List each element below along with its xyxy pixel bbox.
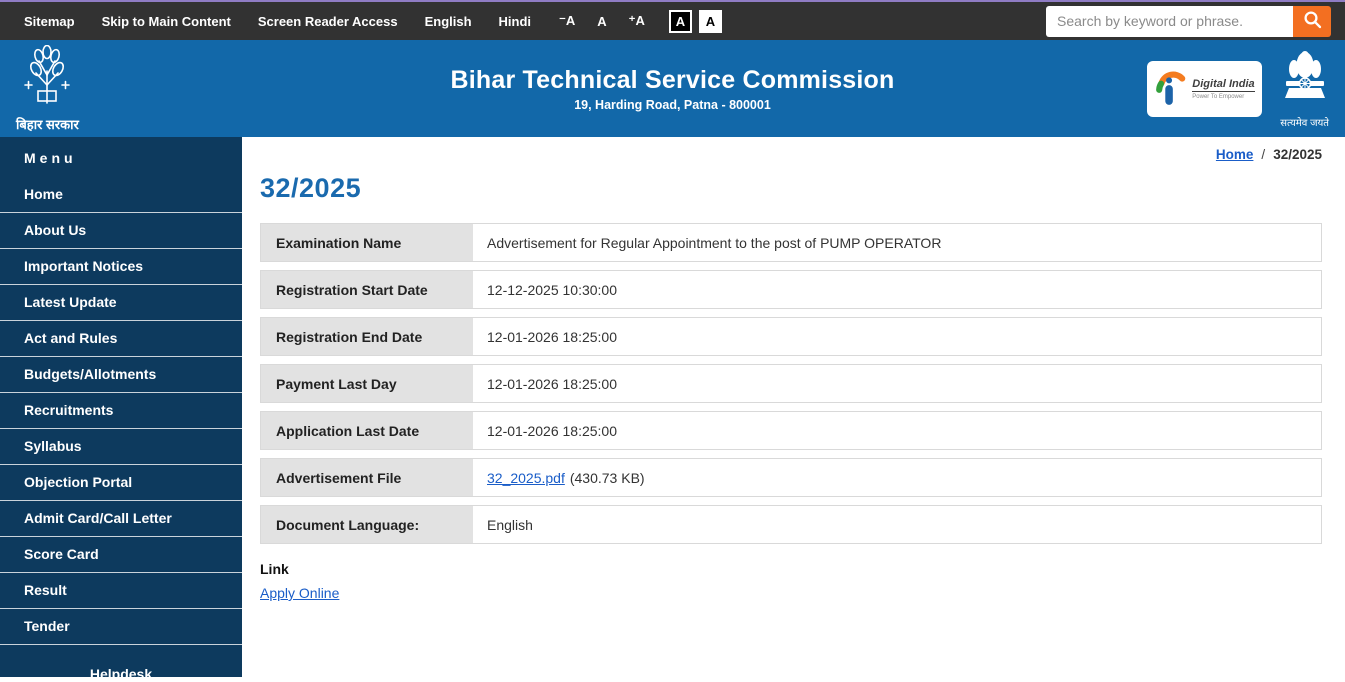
sidebar-item[interactable]: Tender (0, 609, 242, 645)
detail-row: Registration Start Date 12-12-2025 10:30… (260, 270, 1322, 309)
sidebar-item[interactable]: Recruitments (0, 393, 242, 429)
topbar-link[interactable]: English (425, 14, 472, 29)
search-input[interactable] (1046, 5, 1293, 37)
font-size-control[interactable]: ⁺A (629, 13, 645, 29)
detail-value-text: English (487, 516, 533, 533)
header-right-logos: Digital India Power To Empower सत्यमेव ज… (1147, 49, 1329, 129)
apply-online-link[interactable]: Apply Online (260, 585, 339, 601)
font-size-control[interactable]: ⁻A (559, 13, 575, 29)
detail-value: 32_2025.pdf (430.73 KB) (473, 459, 1321, 496)
topbar-link[interactable]: Sitemap (24, 14, 75, 29)
helpdesk-heading[interactable]: Helpdesk (0, 645, 242, 682)
detail-row: Application Last Date 12-01-2026 18:25:0… (260, 411, 1322, 450)
digital-india-title: Digital India (1192, 78, 1255, 92)
breadcrumb-separator: / (1261, 147, 1266, 162)
link-section: Link Apply Online (260, 561, 1322, 603)
detail-label: Examination Name (261, 224, 473, 261)
digital-india-text: Digital India Power To Empower (1192, 78, 1255, 100)
main-content: Home / 32/2025 32/2025 Examination Name … (242, 137, 1345, 677)
sidebar-item[interactable]: Home (0, 177, 242, 213)
detail-label: Registration Start Date (261, 271, 473, 308)
file-size-text: (430.73 KB) (569, 469, 645, 486)
detail-value: 12-01-2026 18:25:00 (473, 412, 1321, 449)
national-emblem: सत्यमेव जयते (1280, 49, 1329, 129)
sidebar-item[interactable]: Objection Portal (0, 465, 242, 501)
sidebar-item[interactable]: Budgets/Allotments (0, 357, 242, 393)
bihar-logo-caption: बिहार सरकार (16, 117, 79, 132)
site-address: 19, Harding Road, Patna - 800001 (574, 97, 771, 112)
detail-value-text: 12-01-2026 18:25:00 (487, 375, 617, 392)
sidebar-item[interactable]: Act and Rules (0, 321, 242, 357)
detail-label: Document Language: (261, 506, 473, 543)
emblem-caption: सत्यमेव जयते (1280, 118, 1329, 129)
sidebar-menu: Home About Us Important Notices Latest U… (0, 177, 242, 645)
detail-label: Advertisement File (261, 459, 473, 496)
sidebar-item[interactable]: Important Notices (0, 249, 242, 285)
search-button[interactable] (1293, 5, 1331, 37)
detail-row: Registration End Date 12-01-2026 18:25:0… (260, 317, 1322, 356)
sidebar-item[interactable]: Score Card (0, 537, 242, 573)
font-size-controls: ⁻A A ⁺A (559, 13, 645, 29)
page-body: Menu Home About Us Important Notices Lat… (0, 137, 1345, 682)
sidebar-item[interactable]: Admit Card/Call Letter (0, 501, 242, 537)
detail-value: Advertisement for Regular Appointment to… (473, 224, 1321, 261)
bihar-government-logo: बिहार सरकार (16, 44, 79, 133)
detail-value: English (473, 506, 1321, 543)
topbar-link[interactable]: Screen Reader Access (258, 14, 398, 29)
topbar-links: Sitemap Skip to Main Content Screen Reader… (24, 14, 531, 29)
link-heading: Link (260, 561, 289, 577)
detail-value-text: 12-12-2025 10:30:00 (487, 281, 617, 298)
sidebar-item[interactable]: Syllabus (0, 429, 242, 465)
detail-row: Advertisement File 32_2025.pdf (430.73 K… (260, 458, 1322, 497)
sidebar-item[interactable]: Latest Update (0, 285, 242, 321)
sidebar-item[interactable]: About Us (0, 213, 242, 249)
dark-theme-toggle[interactable]: A (668, 9, 692, 33)
detail-label: Application Last Date (261, 412, 473, 449)
digital-india-icon (1154, 66, 1186, 113)
site-search (1046, 5, 1331, 37)
advertisement-file-link[interactable]: 32_2025.pdf (487, 470, 565, 486)
detail-value: 12-01-2026 18:25:00 (473, 318, 1321, 355)
top-utility-bar: Sitemap Skip to Main Content Screen Reader… (0, 0, 1345, 40)
light-theme-toggle[interactable]: A (698, 9, 722, 33)
header-titles: Bihar Technical Service Commission 19, H… (0, 66, 1345, 112)
detail-value-text: 12-01-2026 18:25:00 (487, 422, 617, 439)
detail-value: 12-01-2026 18:25:00 (473, 365, 1321, 402)
detail-value-text: Advertisement for Regular Appointment to… (487, 234, 942, 251)
sidebar: Menu Home About Us Important Notices Lat… (0, 137, 242, 682)
topbar-link[interactable]: Hindi (499, 14, 532, 29)
breadcrumb-current: 32/2025 (1273, 147, 1322, 162)
sidebar-item[interactable]: Result (0, 573, 242, 609)
bihar-tree-emblem-icon (16, 44, 78, 113)
detail-value-text: 12-01-2026 18:25:00 (487, 328, 617, 345)
detail-value: 12-12-2025 10:30:00 (473, 271, 1321, 308)
digital-india-logo: Digital India Power To Empower (1147, 61, 1263, 117)
breadcrumb: Home / 32/2025 (260, 137, 1322, 162)
page-title: 32/2025 (260, 173, 362, 203)
ashoka-emblem-icon (1282, 51, 1328, 113)
theme-toggles: A A (668, 9, 722, 33)
breadcrumb-home-link[interactable]: Home (1216, 147, 1254, 162)
detail-label: Payment Last Day (261, 365, 473, 402)
search-icon (1303, 10, 1322, 32)
detail-row: Document Language: English (260, 505, 1322, 544)
detail-row: Examination Name Advertisement for Regul… (260, 223, 1322, 262)
digital-india-tagline: Power To Empower (1192, 94, 1245, 100)
site-title: Bihar Technical Service Commission (450, 65, 895, 94)
menu-heading: Menu (24, 150, 77, 166)
detail-label: Registration End Date (261, 318, 473, 355)
exam-details-table: Examination Name Advertisement for Regul… (260, 223, 1322, 544)
site-header: बिहार सरकार Bihar Technical Service Comm… (0, 40, 1345, 137)
font-size-control[interactable]: A (597, 14, 606, 29)
detail-row: Payment Last Day 12-01-2026 18:25:00 (260, 364, 1322, 403)
topbar-link[interactable]: Skip to Main Content (102, 14, 231, 29)
